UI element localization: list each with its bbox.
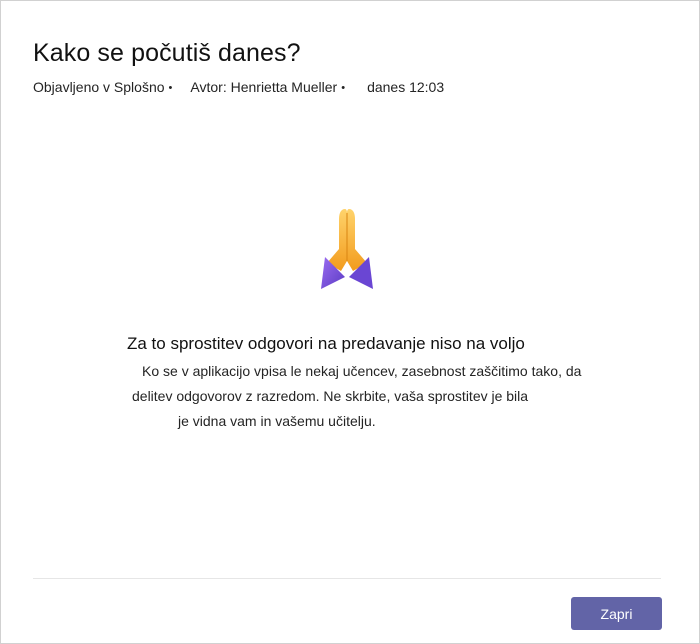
reflect-dialog: Kako se počutiš danes? Objavljeno v Splo… (0, 0, 700, 644)
posted-in-channel: Objavljeno v Splošno (33, 79, 165, 95)
message-line: Ko se v aplikacijo vpisa le nekaj učence… (142, 363, 582, 379)
message-line: delitev odgovorov z razredom. Ne skrbite… (132, 388, 529, 404)
dialog-title: Kako se počutiš danes? (33, 39, 301, 67)
meta-separator: • (341, 82, 346, 94)
post-author: Avtor: Henrietta Mueller (190, 79, 338, 95)
post-meta: Objavljeno v Splošno • Avtor: Henrietta Mu… (33, 79, 444, 95)
footer-divider (33, 578, 661, 579)
post-time: danes 12:03 (367, 79, 445, 95)
message-line: je vidna vam in vašemu učitelju. (178, 413, 376, 429)
close-button[interactable]: Zapri (571, 597, 662, 630)
unavailable-message-title: Za to sprostitev odgovori na predavanje … (127, 334, 525, 353)
meta-separator: • (168, 82, 173, 94)
praying-hands-icon (317, 205, 377, 295)
